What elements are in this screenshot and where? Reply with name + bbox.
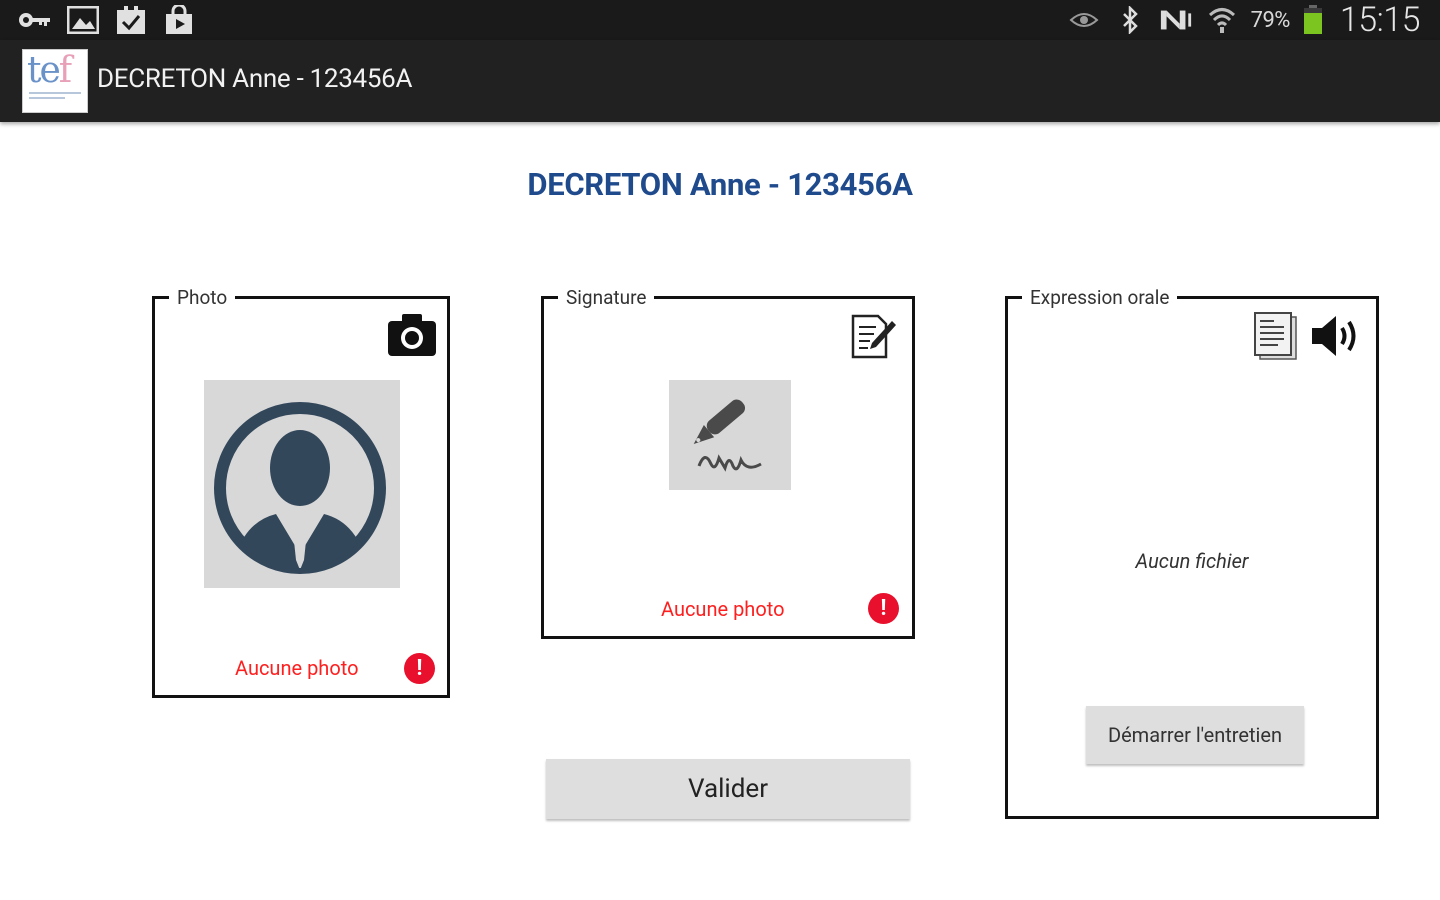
nfc-icon — [1159, 5, 1193, 35]
wifi-icon — [1205, 5, 1239, 35]
logo-mark: tef — [27, 50, 72, 91]
checkbox-icon — [114, 5, 148, 35]
sign-document-icon[interactable] — [850, 313, 898, 359]
validate-button[interactable]: Valider — [546, 759, 910, 819]
pen-signature-icon — [693, 399, 762, 472]
notification-icons — [18, 4, 196, 36]
alert-icon: ! — [868, 593, 899, 624]
start-interview-button[interactable]: Démarrer l'entretien — [1086, 706, 1304, 764]
logo-lines — [29, 92, 81, 102]
key-icon — [18, 5, 52, 35]
bluetooth-icon — [1113, 5, 1147, 35]
signature-panel: Signature Aucune photo ! — [541, 286, 915, 639]
speaker-icon[interactable] — [1310, 313, 1366, 359]
camera-icon[interactable] — [387, 313, 437, 357]
photo-legend: Photo — [169, 286, 236, 309]
signature-status: Aucune photo — [661, 597, 785, 621]
system-indicators: 79% 15:15 — [1067, 0, 1421, 40]
battery-icon — [1302, 5, 1324, 35]
clock: 15:15 — [1339, 0, 1421, 40]
oral-legend: Expression orale — [1022, 286, 1178, 309]
photo-panel: Photo Aucune photo ! — [152, 286, 450, 698]
status-bar: 79% 15:15 — [0, 0, 1440, 40]
action-bar-title: DECRETON Anne - 123456A — [97, 64, 413, 94]
image-icon — [66, 5, 100, 35]
app-logo[interactable]: tef — [22, 49, 88, 113]
action-bar: tef DECRETON Anne - 123456A — [0, 40, 1440, 122]
signature-placeholder[interactable] — [669, 380, 791, 490]
page-title: DECRETON Anne - 123456A — [527, 166, 913, 203]
signature-legend: Signature — [558, 286, 655, 309]
eye-icon — [1067, 5, 1101, 35]
avatar-icon — [214, 402, 386, 574]
photo-placeholder[interactable] — [204, 380, 400, 588]
play-store-icon — [162, 5, 196, 35]
oral-status: Aucun fichier — [1135, 549, 1249, 573]
photo-status: Aucune photo — [235, 656, 359, 680]
document-list-icon[interactable] — [1252, 311, 1300, 361]
battery-percent: 79% — [1250, 7, 1291, 33]
oral-expression-panel: Expression orale Aucun fichier Démarrer … — [1005, 286, 1379, 819]
alert-icon: ! — [404, 653, 435, 684]
